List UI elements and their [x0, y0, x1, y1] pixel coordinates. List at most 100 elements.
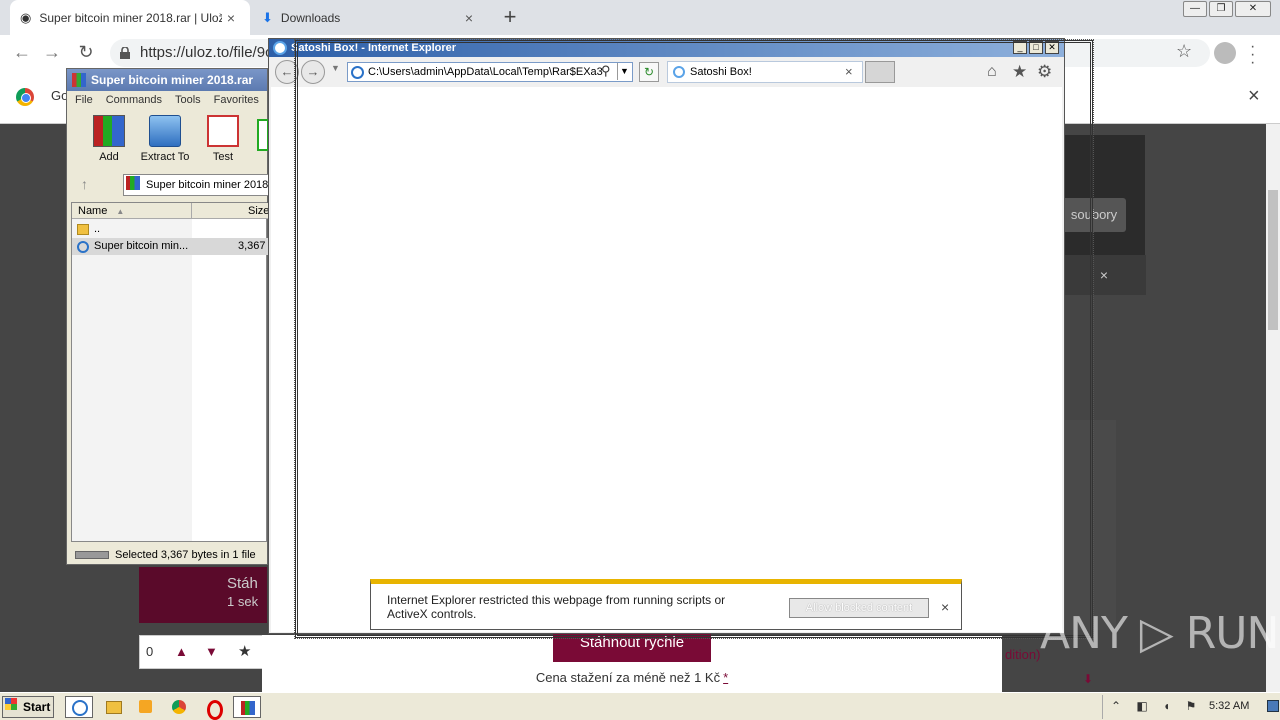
- lock-icon[interactable]: [120, 46, 130, 59]
- minimize-button[interactable]: _: [1013, 41, 1027, 54]
- forward-button[interactable]: →: [301, 60, 325, 84]
- winrar-app-icon: [72, 73, 86, 87]
- ie-logo-icon: [273, 41, 287, 55]
- menu-file[interactable]: File: [75, 94, 93, 106]
- up-folder-icon[interactable]: ↑: [81, 176, 88, 192]
- menu-commands[interactable]: Commands: [106, 94, 162, 106]
- page-banner-close-icon[interactable]: ×: [1062, 255, 1146, 295]
- folder-icon: [77, 224, 89, 235]
- forward-button[interactable]: →: [40, 41, 64, 65]
- home-icon[interactable]: ⌂: [987, 63, 997, 81]
- address-bar[interactable]: C:\Users\admin\AppData\Local\Temp\Rar$EX…: [347, 62, 633, 82]
- winrar-window: Super bitcoin miner 2018.rar File Command…: [66, 68, 273, 565]
- archive-icon: [126, 176, 140, 190]
- tab-satoshi-box[interactable]: Satoshi Box!: [667, 61, 863, 83]
- menu-tools[interactable]: Tools: [175, 94, 201, 106]
- file-size: 3,367: [238, 240, 266, 252]
- taskbar-opera-icon[interactable]: [199, 696, 227, 720]
- taskbar-winrar-icon[interactable]: [233, 696, 261, 718]
- page-file-list: [1062, 420, 1116, 630]
- archive-path-field[interactable]: Super bitcoin miner 2018: [123, 174, 273, 196]
- close-button[interactable]: ✕: [1045, 41, 1059, 54]
- ie-file-icon: [77, 241, 89, 253]
- column-header-name[interactable]: Name ▲: [72, 203, 192, 219]
- name-column-bg: [72, 219, 192, 541]
- refresh-button[interactable]: ↻: [639, 62, 659, 82]
- reload-button[interactable]: ↻: [74, 41, 98, 65]
- show-desktop-icon[interactable]: [1267, 700, 1279, 712]
- tab-downloads[interactable]: ⬇ Downloads ×: [252, 0, 488, 35]
- search-icon[interactable]: ⚲: [601, 63, 611, 79]
- thumbs-down-icon[interactable]: ▼: [205, 644, 218, 659]
- ie-page-content[interactable]: [271, 87, 1062, 632]
- list-item[interactable]: ..: [72, 221, 268, 238]
- page-files-button[interactable]: soubory: [1062, 198, 1126, 232]
- chrome-menu-icon[interactable]: · · ·: [1250, 39, 1255, 71]
- chrome-logo-icon: [16, 88, 34, 106]
- globe-icon: ◉: [20, 9, 32, 25]
- maximize-button[interactable]: □: [1029, 41, 1043, 54]
- add-label: Add: [99, 151, 119, 163]
- address-dropdown-icon[interactable]: ▼: [617, 63, 631, 80]
- taskbar-ie-icon[interactable]: [65, 696, 93, 718]
- price-note: Cena stažení za méně než 1 Kč *: [262, 670, 1002, 685]
- taskbar-chrome-icon[interactable]: [165, 696, 193, 718]
- tab-close-icon[interactable]: ×: [222, 10, 240, 26]
- winrar-title-bar[interactable]: Super bitcoin miner 2018.rar: [67, 69, 267, 91]
- winrar-address-row: ↑ Super bitcoin miner 2018: [73, 173, 273, 197]
- windows-logo-icon: [5, 698, 17, 710]
- promo-line: 1 sek: [227, 594, 259, 609]
- clock[interactable]: 5:32 AM: [1209, 700, 1249, 712]
- price-footnote-link[interactable]: *: [723, 670, 728, 685]
- download-promo-box[interactable]: Stáh 1 sek: [139, 567, 267, 623]
- download-icon[interactable]: ⬇: [1083, 672, 1093, 686]
- back-button[interactable]: ←: [275, 60, 299, 84]
- new-tab-button[interactable]: [865, 61, 895, 83]
- extract-to-button[interactable]: Extract To: [137, 115, 193, 163]
- tab-title: Super bitcoin miner 2018.rar | Ulož.to: [39, 10, 222, 25]
- ie-title-bar[interactable]: Satoshi Box! - Internet Explorer: [269, 39, 1064, 57]
- minimize-button[interactable]: —: [1183, 1, 1207, 17]
- list-item[interactable]: Super bitcoin min... 3,367: [72, 238, 268, 255]
- favorite-star-icon[interactable]: ★: [238, 642, 251, 660]
- file-list[interactable]: Name ▲ Size .. Super bitcoin min... 3,36…: [71, 202, 269, 542]
- system-tray: ⌃ ◧ ◖ ⚑ 5:32 AM: [1102, 695, 1279, 719]
- favorites-icon[interactable]: ★: [1012, 62, 1027, 82]
- tab-close-icon[interactable]: ×: [845, 64, 853, 79]
- column-header-size[interactable]: Size: [192, 203, 269, 219]
- restore-button[interactable]: ❐: [1209, 1, 1233, 17]
- tray-icons[interactable]: ⌃ ◧ ◖ ⚑: [1111, 699, 1202, 713]
- infobar-close-icon[interactable]: ×: [1248, 85, 1260, 108]
- taskbar-explorer-icon[interactable]: [99, 696, 127, 718]
- tab-uloz-to[interactable]: ◉ Super bitcoin miner 2018.rar | Ulož.to…: [10, 0, 250, 35]
- status-text: Selected 3,367 bytes in 1 file: [115, 549, 256, 561]
- profile-avatar-icon[interactable]: [1214, 42, 1236, 64]
- promo-line: Stáh: [227, 575, 258, 592]
- back-button[interactable]: ←: [10, 41, 34, 65]
- rating-count: 0: [146, 644, 154, 659]
- taskbar: Start ⌃ ◧ ◖ ⚑ 5:32 AM: [0, 692, 1280, 720]
- page-scrollbar-thumb[interactable]: [1268, 190, 1278, 330]
- close-window-button[interactable]: ✕: [1235, 1, 1271, 17]
- file-name: ..: [94, 223, 101, 235]
- folder-icon: [149, 115, 181, 147]
- allow-blocked-content-button[interactable]: Allow blocked content: [789, 598, 929, 618]
- menu-favorites[interactable]: Favorites: [214, 94, 259, 106]
- taskbar-media-player-icon[interactable]: [132, 696, 160, 718]
- notification-close-icon[interactable]: ×: [941, 599, 949, 615]
- ie-tab-icon: [673, 66, 685, 78]
- bookmark-star-icon[interactable]: ☆: [1176, 41, 1192, 62]
- test-button[interactable]: Test: [195, 115, 251, 163]
- add-button[interactable]: Add: [81, 115, 137, 163]
- new-tab-button[interactable]: +: [496, 4, 524, 32]
- thumbs-up-icon[interactable]: ▲: [175, 644, 188, 659]
- ie-window: Satoshi Box! - Internet Explorer _ □ ✕ ←…: [268, 38, 1065, 634]
- file-name: Super bitcoin min...: [94, 240, 189, 252]
- tab-close-icon[interactable]: ×: [460, 10, 478, 26]
- status-bar: Selected 3,367 bytes in 1 file: [71, 546, 267, 564]
- gear-icon[interactable]: ⚙: [1037, 62, 1052, 82]
- test-label: Test: [212, 151, 234, 163]
- history-dropdown-icon[interactable]: ▼: [331, 63, 340, 73]
- side-text: dition): [1005, 647, 1041, 662]
- download-icon: ⬇: [262, 9, 273, 25]
